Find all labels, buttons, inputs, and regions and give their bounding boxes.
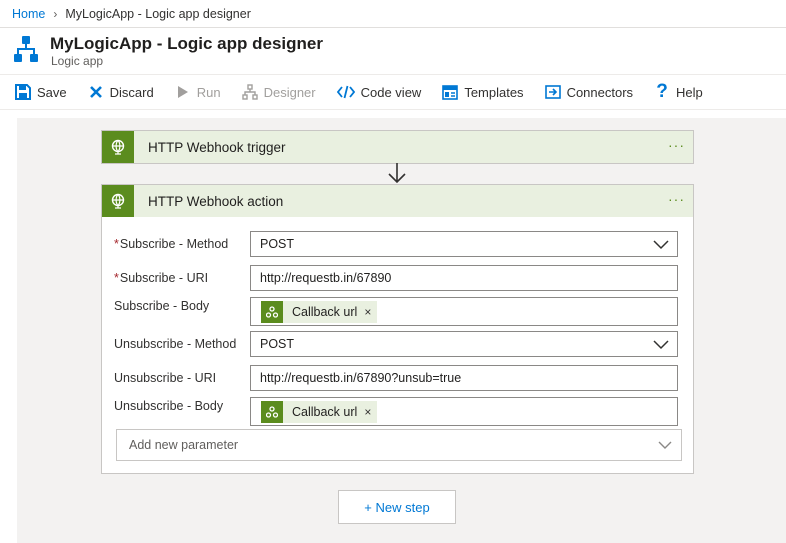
param-label: Unsubscribe - Body [114, 399, 224, 413]
run-label: Run [196, 84, 221, 100]
templates-button[interactable]: Templates [441, 77, 524, 107]
param-label: Subscribe - Body [114, 299, 210, 313]
run-icon [174, 83, 192, 101]
unsubscribe-method-value: POST [260, 337, 295, 351]
discard-label: Discard [109, 84, 154, 100]
subscribe-uri-value: http://requestb.in/67890 [260, 271, 392, 285]
designer-icon [241, 83, 259, 101]
save-button[interactable]: Save [14, 77, 67, 107]
logic-app-icon [14, 36, 38, 62]
trigger-more-icon[interactable]: ··· [668, 137, 685, 153]
unsubscribe-body-input[interactable]: Callback url × [250, 397, 678, 426]
breadcrumb-separator-icon: › [53, 6, 58, 21]
token-label: Callback url [292, 404, 358, 419]
trigger-card-title: HTTP Webhook trigger [148, 139, 286, 155]
save-label: Save [37, 84, 67, 100]
subscribe-method-value: POST [260, 237, 295, 251]
code-view-icon [336, 83, 356, 101]
toolbar: Save Discard Run Designer Code view Temp… [0, 74, 786, 110]
code-view-label: Code view [360, 84, 422, 100]
unsubscribe-uri-input[interactable]: http://requestb.in/67890?unsub=true [250, 365, 678, 391]
connectors-label: Connectors [566, 84, 634, 100]
unsubscribe-uri-value: http://requestb.in/67890?unsub=true [260, 371, 462, 385]
help-label: Help [676, 84, 703, 100]
chevron-down-icon [658, 441, 672, 449]
designer-button[interactable]: Designer [241, 77, 316, 107]
page-title: MyLogicApp - Logic app designer [50, 34, 323, 53]
action-more-icon[interactable]: ··· [668, 191, 685, 207]
templates-icon [441, 83, 459, 101]
trigger-card-header[interactable]: HTTP Webhook trigger ··· [102, 131, 693, 163]
save-icon [14, 83, 32, 101]
templates-label: Templates [464, 84, 524, 100]
unsubscribe-method-dropdown[interactable]: POST [250, 331, 678, 357]
token-close-icon[interactable]: × [364, 305, 371, 319]
add-new-parameter-dropdown[interactable]: Add new parameter [116, 429, 682, 461]
breadcrumb-home-link[interactable]: Home [12, 7, 45, 21]
action-card-header[interactable]: HTTP Webhook action ··· [102, 185, 693, 217]
designer-canvas: HTTP Webhook trigger ··· HTTP Webhook ac… [17, 118, 786, 543]
webhook-icon [102, 185, 134, 217]
param-label: *Subscribe - Method [114, 237, 250, 251]
subscribe-uri-input[interactable]: http://requestb.in/67890 [250, 265, 678, 291]
discard-button[interactable]: Discard [87, 77, 154, 107]
connectors-button[interactable]: Connectors [544, 77, 633, 107]
discard-icon [87, 83, 105, 101]
chevron-down-icon [653, 240, 669, 250]
action-card[interactable]: HTTP Webhook action ··· *Subscribe - Met… [101, 184, 694, 474]
param-label-text: Subscribe - Method [119, 237, 229, 251]
add-new-parameter-label: Add new parameter [129, 438, 239, 452]
action-card-title: HTTP Webhook action [148, 193, 284, 209]
param-label: Unsubscribe - URI [114, 371, 217, 385]
arrow-down-icon [388, 163, 406, 184]
param-label-text: Subscribe - URI [119, 271, 209, 285]
page-header: MyLogicApp - Logic app designer Logic ap… [0, 29, 786, 71]
required-marker: * [114, 271, 119, 285]
designer-label: Designer [263, 84, 316, 100]
code-view-button[interactable]: Code view [336, 77, 422, 107]
page-subtitle: Logic app [51, 54, 104, 68]
webhook-icon [261, 300, 283, 323]
help-icon: ? [656, 81, 668, 102]
callback-url-token[interactable]: Callback url × [261, 400, 378, 423]
help-button[interactable]: ? Help [653, 77, 703, 107]
token-close-icon[interactable]: × [364, 405, 371, 419]
subscribe-body-input[interactable]: Callback url × [250, 297, 678, 326]
new-step-button[interactable]: + New step [338, 490, 456, 524]
webhook-icon [102, 131, 134, 163]
connectors-icon [544, 83, 562, 101]
token-label: Callback url [292, 304, 358, 319]
breadcrumb-current: MyLogicApp - Logic app designer [65, 6, 251, 21]
chevron-down-icon [653, 340, 669, 350]
callback-url-token[interactable]: Callback url × [261, 300, 378, 323]
param-label: *Subscribe - URI [114, 271, 250, 285]
required-marker: * [114, 237, 119, 251]
run-button[interactable]: Run [174, 77, 221, 107]
trigger-card[interactable]: HTTP Webhook trigger ··· [101, 130, 694, 164]
param-label: Unsubscribe - Method [114, 337, 237, 351]
breadcrumb: Home › MyLogicApp - Logic app designer [0, 0, 786, 28]
webhook-icon [261, 400, 283, 423]
subscribe-method-dropdown[interactable]: POST [250, 231, 678, 257]
